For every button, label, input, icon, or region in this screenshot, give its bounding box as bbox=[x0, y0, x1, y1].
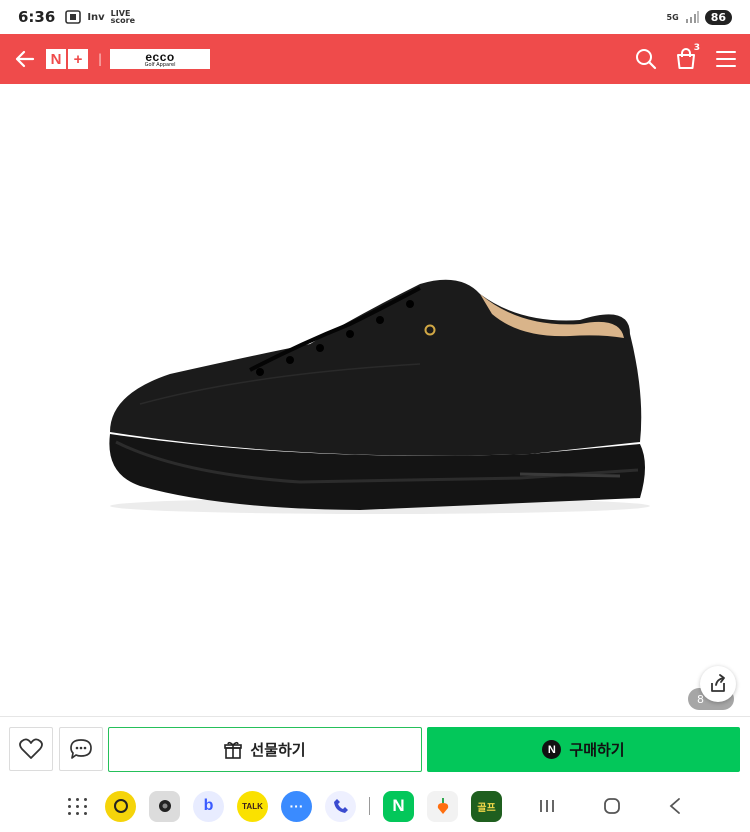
phone-app-icon[interactable] bbox=[325, 790, 356, 822]
system-nav-bar: b TALK ··· N 골프 bbox=[0, 780, 750, 832]
back-button[interactable] bbox=[12, 46, 38, 72]
product-image-area[interactable] bbox=[0, 84, 750, 716]
share-button[interactable] bbox=[700, 666, 736, 702]
kakaotalk-app-icon[interactable]: TALK bbox=[237, 790, 268, 822]
inv-icon: Inv bbox=[87, 11, 105, 23]
share-icon bbox=[711, 674, 725, 692]
battery-indicator: 86 bbox=[704, 9, 732, 25]
bixby-app-icon[interactable]: b bbox=[193, 790, 224, 822]
purchase-action-bar: 선물하기 N 구매하기 bbox=[0, 716, 750, 780]
nplus-plus: + bbox=[68, 49, 88, 69]
gift-icon bbox=[224, 741, 243, 759]
status-bar: 6:36 Inv LIVE score 5G 86 bbox=[0, 0, 750, 34]
brand-name: ecco bbox=[145, 49, 175, 64]
heart-icon bbox=[19, 738, 43, 759]
cart-button[interactable]: 3 bbox=[674, 43, 700, 71]
brand-logo[interactable]: ecco Golf Apparel bbox=[110, 49, 211, 69]
yellow-sync-app-icon[interactable] bbox=[105, 790, 136, 822]
livescore-icon: LIVE score bbox=[110, 8, 136, 25]
gift-label: 선물하기 bbox=[250, 741, 306, 759]
naver-app-icon[interactable]: N bbox=[383, 790, 414, 822]
buy-label: 구매하기 bbox=[569, 741, 625, 759]
search-icon bbox=[636, 49, 657, 70]
signal-icon bbox=[685, 11, 699, 23]
app-header: N + | ecco Golf Apparel 3 bbox=[0, 34, 750, 84]
brand-subtitle: Golf Apparel bbox=[144, 61, 176, 68]
recent-apps-icon[interactable] bbox=[538, 798, 556, 814]
nplus-logo[interactable]: N + bbox=[46, 49, 90, 69]
camera-app-icon[interactable] bbox=[149, 790, 180, 822]
arrow-left-icon bbox=[15, 50, 35, 68]
chat-bubble-icon bbox=[70, 739, 92, 759]
screenshot-icon bbox=[65, 10, 82, 24]
buy-button[interactable]: N 구매하기 bbox=[427, 727, 740, 772]
search-button[interactable] bbox=[634, 47, 658, 71]
messages-app-icon[interactable]: ··· bbox=[281, 790, 312, 822]
npay-icon: N bbox=[542, 740, 562, 759]
product-shoe-image bbox=[109, 279, 650, 514]
gift-button[interactable]: 선물하기 bbox=[108, 727, 422, 772]
5g-icon: 5G bbox=[666, 12, 679, 22]
back-nav-icon[interactable] bbox=[668, 797, 682, 815]
hamburger-icon bbox=[716, 51, 736, 67]
status-time: 6:36 bbox=[18, 8, 56, 26]
chat-button[interactable] bbox=[59, 727, 103, 771]
home-icon[interactable] bbox=[602, 796, 622, 816]
cart-count-badge: 3 bbox=[693, 43, 700, 53]
carrot-app-icon[interactable] bbox=[427, 790, 458, 822]
header-divider: | bbox=[98, 52, 103, 66]
app-drawer-button[interactable] bbox=[64, 792, 92, 820]
menu-button[interactable] bbox=[714, 47, 738, 71]
nplus-n: N bbox=[46, 49, 66, 69]
wishlist-button[interactable] bbox=[9, 727, 53, 771]
golf-app-icon[interactable]: 골프 bbox=[471, 790, 502, 822]
